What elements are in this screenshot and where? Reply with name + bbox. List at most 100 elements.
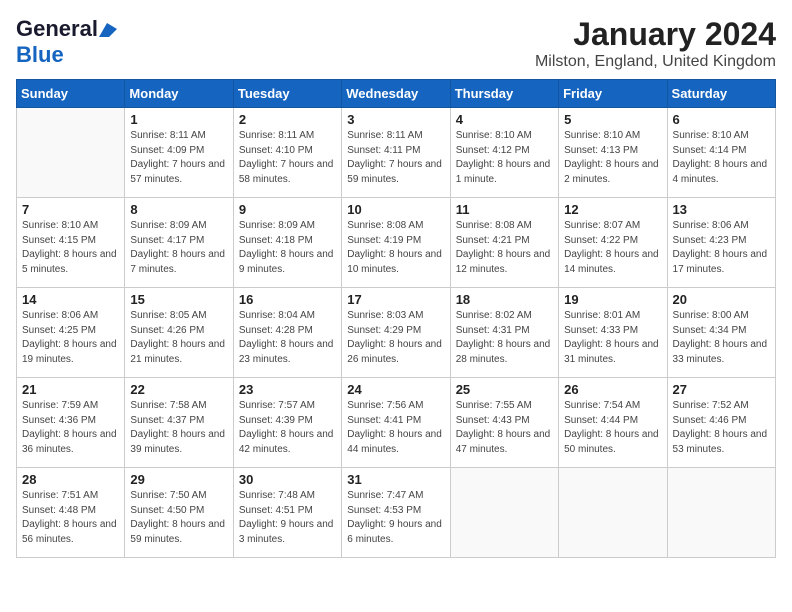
header-friday: Friday	[559, 80, 667, 108]
logo-icon	[99, 23, 117, 37]
day-number: 27	[673, 382, 770, 397]
header-thursday: Thursday	[450, 80, 558, 108]
day-info: Sunrise: 8:04 AMSunset: 4:28 PMDaylight:…	[239, 309, 336, 367]
day-number: 22	[130, 382, 227, 397]
day-info: Sunrise: 8:06 AMSunset: 4:25 PMDaylight:…	[22, 309, 119, 367]
logo: General Blue	[16, 16, 117, 68]
table-row: 16 Sunrise: 8:04 AMSunset: 4:28 PMDayligh…	[233, 288, 341, 378]
table-row: 25 Sunrise: 7:55 AMSunset: 4:43 PMDayligh…	[450, 378, 558, 468]
table-row: 13 Sunrise: 8:06 AMSunset: 4:23 PMDayligh…	[667, 198, 775, 288]
day-info: Sunrise: 7:59 AMSunset: 4:36 PMDaylight:…	[22, 399, 119, 457]
calendar-week-row: 1Sunrise: 8:11 AMSunset: 4:09 PMDaylight…	[17, 108, 776, 198]
day-info: Sunrise: 7:58 AMSunset: 4:37 PMDaylight:…	[130, 399, 227, 457]
table-row	[559, 468, 667, 558]
day-info: Sunrise: 8:11 AMSunset: 4:11 PMDaylight:…	[347, 129, 444, 187]
day-number: 4	[456, 112, 553, 127]
day-info: Sunrise: 8:05 AMSunset: 4:26 PMDaylight:…	[130, 309, 227, 367]
day-info: Sunrise: 8:08 AMSunset: 4:19 PMDaylight:…	[347, 219, 444, 277]
calendar-week-row: 28 Sunrise: 7:51 AMSunset: 4:48 PMDayligh…	[17, 468, 776, 558]
day-number: 29	[130, 472, 227, 487]
table-row: 22 Sunrise: 7:58 AMSunset: 4:37 PMDayligh…	[125, 378, 233, 468]
calendar: Sunday Monday Tuesday Wednesday Thursday…	[16, 79, 776, 558]
header-tuesday: Tuesday	[233, 80, 341, 108]
header-sunday: Sunday	[17, 80, 125, 108]
day-info: Sunrise: 7:55 AMSunset: 4:43 PMDaylight:…	[456, 399, 553, 457]
table-row: 1Sunrise: 8:11 AMSunset: 4:09 PMDaylight…	[125, 108, 233, 198]
day-number: 20	[673, 292, 770, 307]
day-number: 6	[673, 112, 770, 127]
day-info: Sunrise: 8:10 AMSunset: 4:13 PMDaylight:…	[564, 129, 661, 187]
table-row: 14 Sunrise: 8:06 AMSunset: 4:25 PMDayligh…	[17, 288, 125, 378]
calendar-week-row: 7Sunrise: 8:10 AMSunset: 4:15 PMDaylight…	[17, 198, 776, 288]
day-info: Sunrise: 7:57 AMSunset: 4:39 PMDaylight:…	[239, 399, 336, 457]
weekday-header-row: Sunday Monday Tuesday Wednesday Thursday…	[17, 80, 776, 108]
day-number: 13	[673, 202, 770, 217]
table-row	[17, 108, 125, 198]
day-info: Sunrise: 8:07 AMSunset: 4:22 PMDaylight:…	[564, 219, 661, 277]
day-info: Sunrise: 8:06 AMSunset: 4:23 PMDaylight:…	[673, 219, 770, 277]
day-info: Sunrise: 8:10 AMSunset: 4:15 PMDaylight:…	[22, 219, 119, 277]
day-info: Sunrise: 8:11 AMSunset: 4:10 PMDaylight:…	[239, 129, 336, 187]
table-row: 29 Sunrise: 7:50 AMSunset: 4:50 PMDayligh…	[125, 468, 233, 558]
table-row	[450, 468, 558, 558]
calendar-week-row: 14 Sunrise: 8:06 AMSunset: 4:25 PMDayligh…	[17, 288, 776, 378]
table-row: 26 Sunrise: 7:54 AMSunset: 4:44 PMDayligh…	[559, 378, 667, 468]
day-info: Sunrise: 7:52 AMSunset: 4:46 PMDaylight:…	[673, 399, 770, 457]
location: Milston, England, United Kingdom	[535, 53, 776, 71]
day-number: 30	[239, 472, 336, 487]
table-row: 18 Sunrise: 8:02 AMSunset: 4:31 PMDayligh…	[450, 288, 558, 378]
calendar-week-row: 21 Sunrise: 7:59 AMSunset: 4:36 PMDayligh…	[17, 378, 776, 468]
day-number: 5	[564, 112, 661, 127]
day-number: 18	[456, 292, 553, 307]
table-row: 24 Sunrise: 7:56 AMSunset: 4:41 PMDayligh…	[342, 378, 450, 468]
header-saturday: Saturday	[667, 80, 775, 108]
title-section: January 2024 Milston, England, United Ki…	[535, 16, 776, 71]
day-number: 10	[347, 202, 444, 217]
day-number: 16	[239, 292, 336, 307]
day-number: 12	[564, 202, 661, 217]
day-info: Sunrise: 7:54 AMSunset: 4:44 PMDaylight:…	[564, 399, 661, 457]
table-row: 27 Sunrise: 7:52 AMSunset: 4:46 PMDayligh…	[667, 378, 775, 468]
table-row: 3Sunrise: 8:11 AMSunset: 4:11 PMDaylight…	[342, 108, 450, 198]
day-number: 2	[239, 112, 336, 127]
day-info: Sunrise: 8:00 AMSunset: 4:34 PMDaylight:…	[673, 309, 770, 367]
day-info: Sunrise: 8:10 AMSunset: 4:14 PMDaylight:…	[673, 129, 770, 187]
page-header: General Blue January 2024 Milston, Engla…	[16, 16, 776, 71]
day-number: 19	[564, 292, 661, 307]
day-info: Sunrise: 8:09 AMSunset: 4:18 PMDaylight:…	[239, 219, 336, 277]
day-info: Sunrise: 8:01 AMSunset: 4:33 PMDaylight:…	[564, 309, 661, 367]
table-row: 4Sunrise: 8:10 AMSunset: 4:12 PMDaylight…	[450, 108, 558, 198]
header-monday: Monday	[125, 80, 233, 108]
day-number: 24	[347, 382, 444, 397]
logo-blue: Blue	[16, 42, 64, 67]
day-number: 14	[22, 292, 119, 307]
day-info: Sunrise: 7:47 AMSunset: 4:53 PMDaylight:…	[347, 489, 444, 547]
table-row: 2 Sunrise: 8:11 AMSunset: 4:10 PMDaylight…	[233, 108, 341, 198]
table-row: 9Sunrise: 8:09 AMSunset: 4:18 PMDaylight…	[233, 198, 341, 288]
day-number: 15	[130, 292, 227, 307]
table-row: 21 Sunrise: 7:59 AMSunset: 4:36 PMDayligh…	[17, 378, 125, 468]
day-number: 11	[456, 202, 553, 217]
table-row: 10 Sunrise: 8:08 AMSunset: 4:19 PMDayligh…	[342, 198, 450, 288]
day-number: 17	[347, 292, 444, 307]
table-row: 11Sunrise: 8:08 AMSunset: 4:21 PMDayligh…	[450, 198, 558, 288]
day-info: Sunrise: 7:51 AMSunset: 4:48 PMDaylight:…	[22, 489, 119, 547]
day-number: 26	[564, 382, 661, 397]
table-row: 5 Sunrise: 8:10 AMSunset: 4:13 PMDaylight…	[559, 108, 667, 198]
day-number: 25	[456, 382, 553, 397]
day-info: Sunrise: 8:11 AMSunset: 4:09 PMDaylight:…	[130, 129, 227, 187]
day-info: Sunrise: 7:56 AMSunset: 4:41 PMDaylight:…	[347, 399, 444, 457]
table-row: 8 Sunrise: 8:09 AMSunset: 4:17 PMDaylight…	[125, 198, 233, 288]
day-number: 21	[22, 382, 119, 397]
table-row: 30Sunrise: 7:48 AMSunset: 4:51 PMDayligh…	[233, 468, 341, 558]
day-info: Sunrise: 8:02 AMSunset: 4:31 PMDaylight:…	[456, 309, 553, 367]
day-info: Sunrise: 8:09 AMSunset: 4:17 PMDaylight:…	[130, 219, 227, 277]
day-number: 8	[130, 202, 227, 217]
table-row: 19 Sunrise: 8:01 AMSunset: 4:33 PMDayligh…	[559, 288, 667, 378]
logo-general: General	[16, 16, 98, 42]
table-row: 15 Sunrise: 8:05 AMSunset: 4:26 PMDayligh…	[125, 288, 233, 378]
table-row: 6 Sunrise: 8:10 AMSunset: 4:14 PMDaylight…	[667, 108, 775, 198]
day-info: Sunrise: 7:50 AMSunset: 4:50 PMDaylight:…	[130, 489, 227, 547]
header-wednesday: Wednesday	[342, 80, 450, 108]
day-number: 28	[22, 472, 119, 487]
